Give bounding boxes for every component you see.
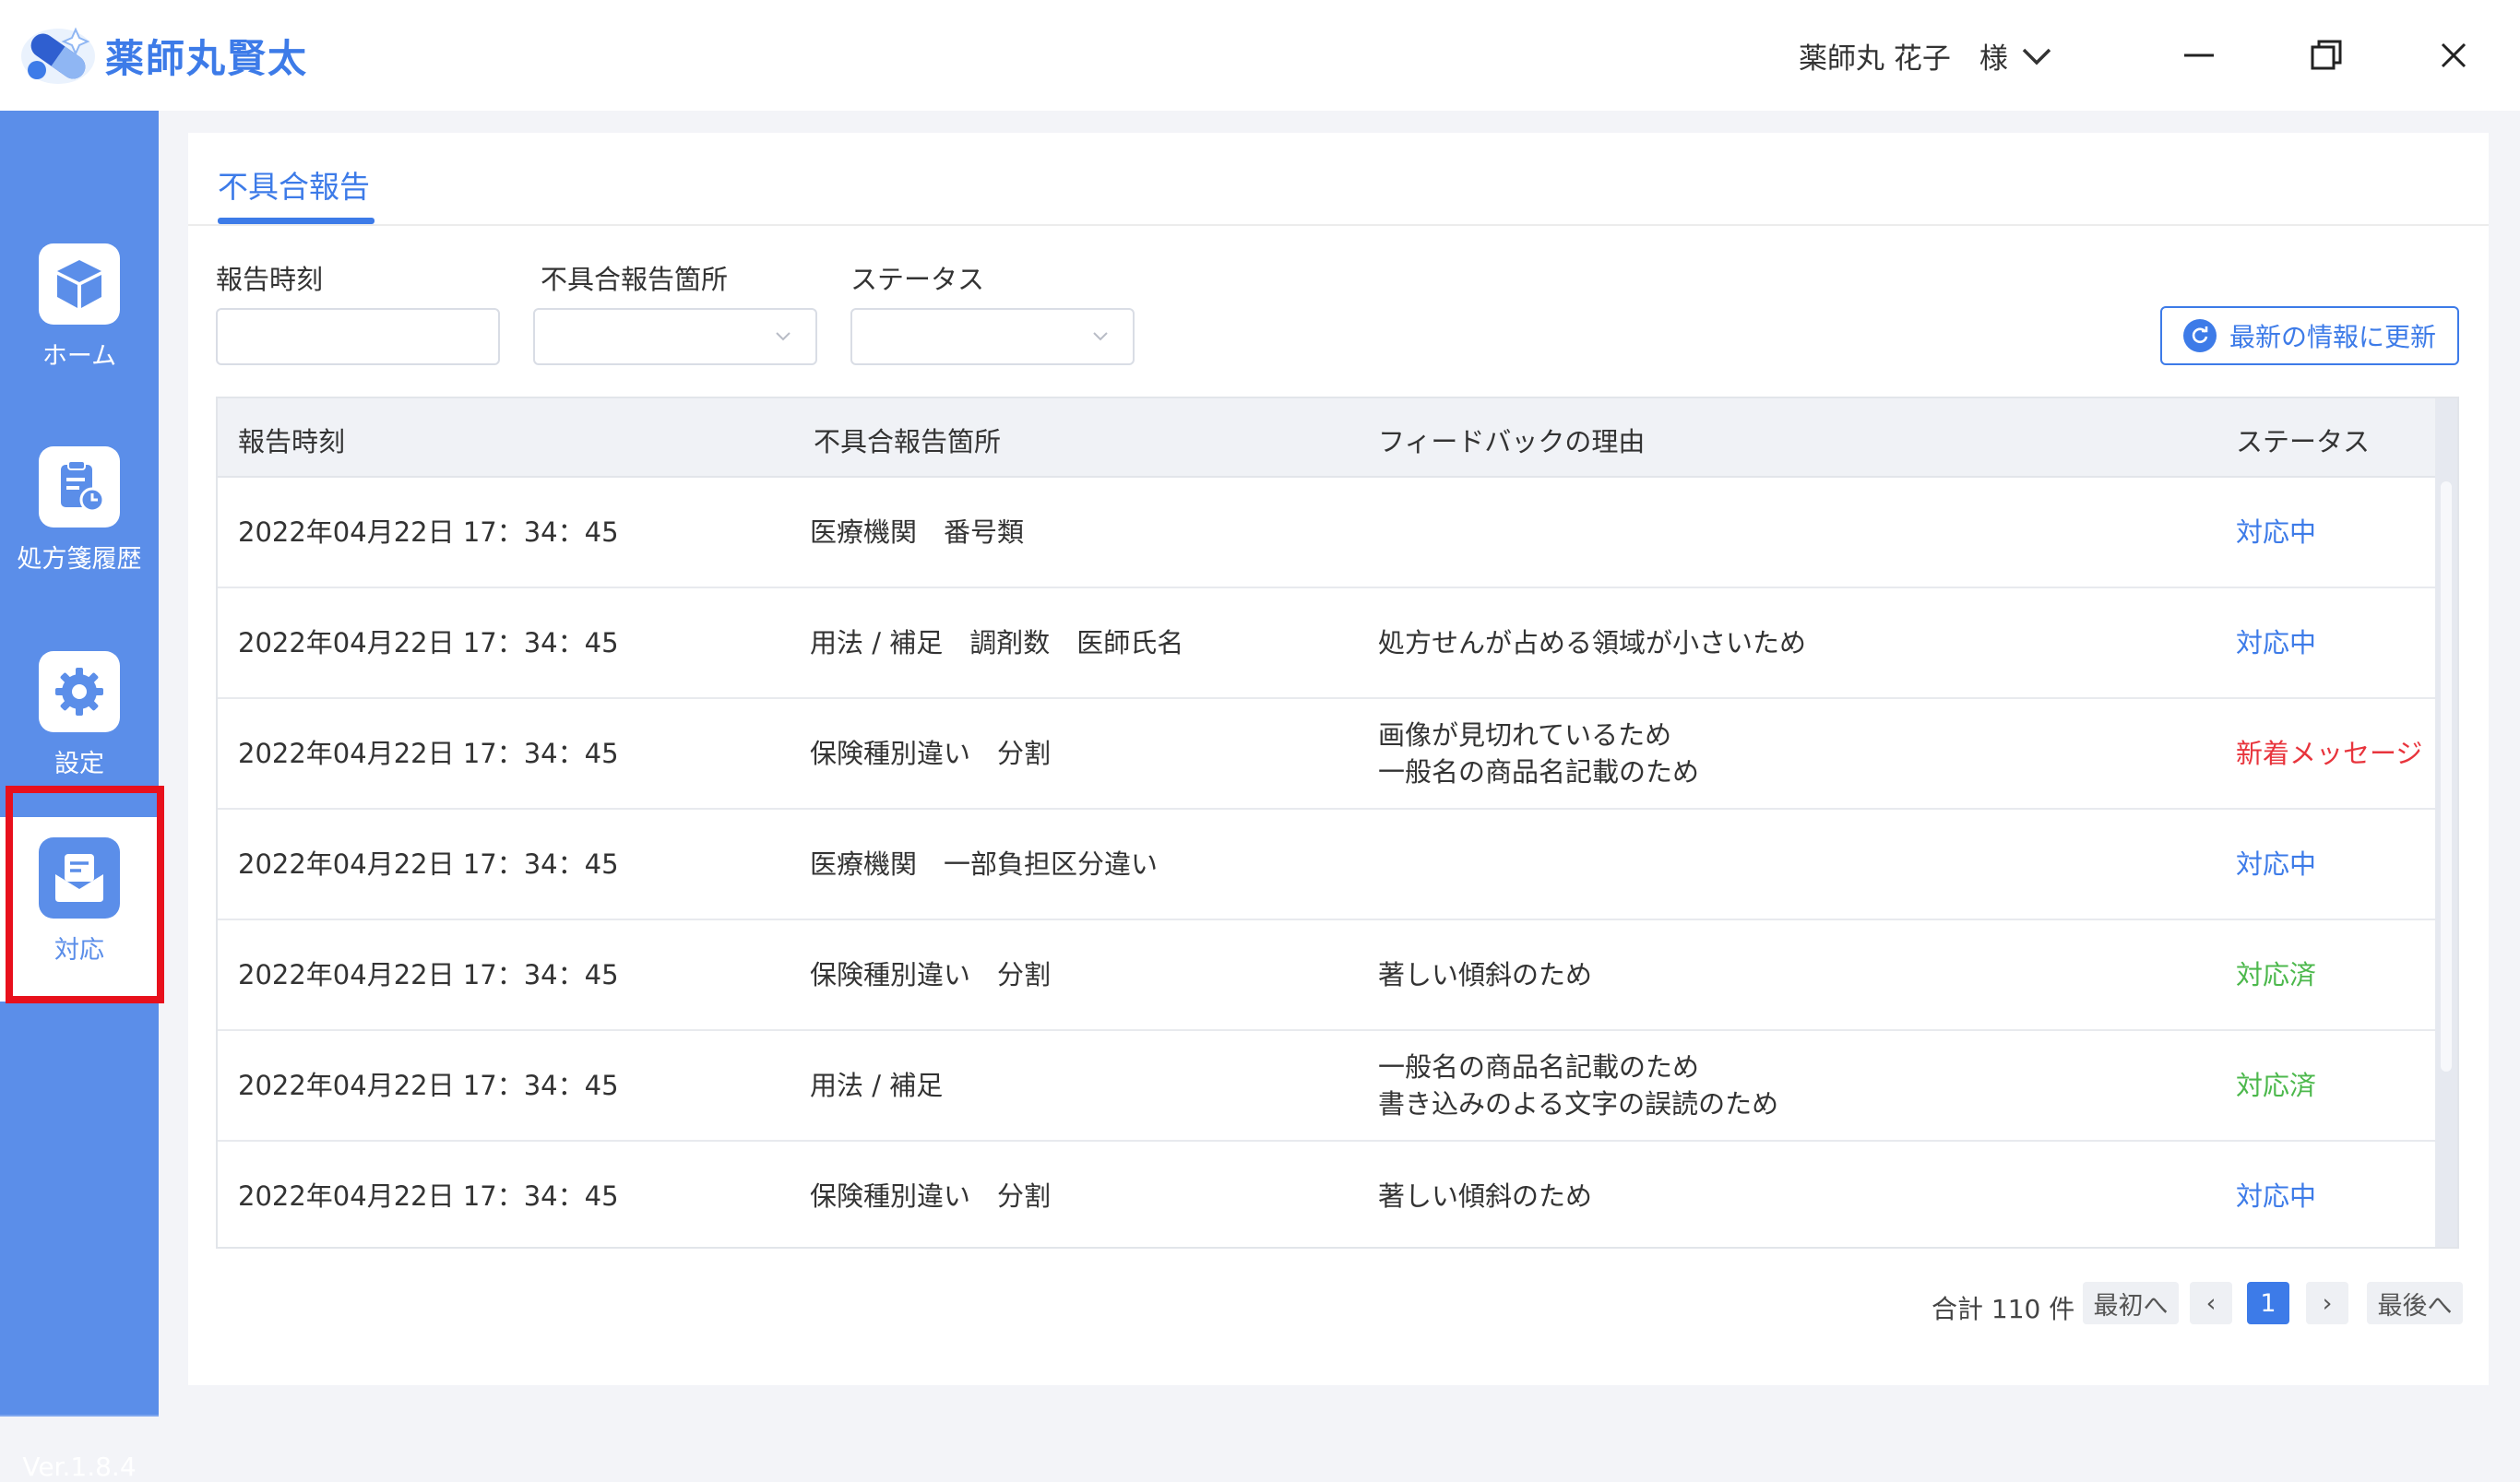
prescription-history-icon (61, 460, 105, 513)
refresh-button[interactable]: 最新の情報に更新 (2160, 306, 2459, 365)
sidebar-item-settings[interactable]: 設定 (0, 651, 159, 836)
minimize-button[interactable] (2171, 28, 2227, 83)
table-row[interactable]: 2022年04月22日 17：34：45 用法 / 補足 一般名の商品名記載のため書… (218, 1031, 2435, 1142)
pagination-next-button[interactable]: › (2306, 1282, 2348, 1324)
reason-line: 著しい傾斜のため (1378, 1180, 1593, 1212)
cell-location: 保険種別違い 分割 (810, 738, 1052, 769)
defect-report-table: 報告時刻 不具合報告箇所 フィードバックの理由 ステータス 2022年04月22… (216, 397, 2459, 1249)
app-logo-icon (21, 27, 95, 84)
refresh-button-label: 最新の情報に更新 (2229, 322, 2436, 352)
pagination-total: 合計 110 件 (1932, 1294, 2075, 1324)
status-badge[interactable]: 対応中 (2236, 624, 2316, 661)
cell-reason: 一般名の商品名記載のため書き込みのよる文字の誤読のため (1378, 1049, 1778, 1122)
cube-icon (57, 260, 101, 308)
sidebar-item-label: ホーム (42, 342, 117, 371)
filter-label-status: ステータス (850, 264, 985, 295)
scrollbar-thumb[interactable] (2441, 481, 2452, 1072)
column-header-report-time[interactable]: 報告時刻 (238, 421, 345, 459)
cell-location: 保険種別違い 分割 (810, 959, 1052, 990)
table-row[interactable]: 2022年04月22日 17：34：45 保険種別違い 分割 著しい傾斜のため 対応済 (218, 920, 2435, 1031)
nav-icon-box (39, 446, 120, 528)
status-select[interactable] (850, 308, 1135, 365)
title-bar: 薬師丸賢太 薬師丸 花子 様 (0, 0, 2520, 111)
nav-icon-box (39, 837, 120, 919)
cell-report-time: 2022年04月22日 17：34：45 (238, 848, 619, 880)
sidebar-item-support[interactable]: 対応 (0, 817, 159, 1002)
chevron-down-icon (2022, 48, 2051, 65)
reason-line: 処方せんが占める領域が小さいため (1378, 627, 1807, 658)
status-badge[interactable]: 対応中 (2236, 1178, 2316, 1215)
nav-icon-box (39, 243, 120, 325)
cell-location: 医療機関 番号類 (810, 516, 1025, 548)
close-icon (2441, 42, 2467, 68)
cell-location: 用法 / 補足 調剤数 医師氏名 (810, 627, 1184, 658)
nav-icon-box (39, 651, 120, 732)
cell-report-time: 2022年04月22日 17：34：45 (238, 516, 619, 548)
sidebar-item-home[interactable]: ホーム (0, 243, 159, 428)
table-row[interactable]: 2022年04月22日 17：34：45 医療機関 一部負担区分違い 対応中 (218, 810, 2435, 920)
app-title: 薬師丸賢太 (105, 36, 309, 81)
chevron-down-icon (776, 332, 790, 341)
close-button[interactable] (2426, 28, 2481, 83)
reason-line: 著しい傾斜のため (1378, 959, 1593, 990)
refresh-icon (2182, 319, 2217, 352)
cell-report-time: 2022年04月22日 17：34：45 (238, 1070, 619, 1101)
chevron-down-icon (1093, 332, 1108, 341)
user-name: 薬師丸 花子 様 (1799, 42, 2008, 76)
status-badge[interactable]: 対応済 (2236, 956, 2316, 993)
cell-reason: 著しい傾斜のため (1378, 1178, 1592, 1215)
reason-line: 一般名の商品名記載のため (1378, 1051, 1700, 1083)
cell-reason: 画像が見切れているため 一般名の商品名記載のため (1378, 717, 1699, 790)
maximize-button[interactable] (2299, 28, 2354, 83)
status-badge[interactable]: 対応中 (2236, 514, 2316, 551)
restore-icon (2311, 40, 2342, 70)
cell-reason: 著しい傾斜のため (1378, 956, 1592, 993)
reason-line: 書き込みのよる文字の誤読のため (1378, 1088, 1779, 1120)
table-header: 報告時刻 不具合報告箇所 フィードバックの理由 ステータス (218, 398, 2435, 478)
minimize-icon (2184, 53, 2214, 57)
tab-defect-report[interactable]: 不具合報告 (218, 162, 370, 207)
table-scrollbar[interactable] (2435, 398, 2457, 1247)
reason-line: 一般名の商品名記載のため (1378, 756, 1700, 788)
filter-label-location: 不具合報告箇所 (541, 264, 729, 295)
sidebar-item-label: 設定 (54, 750, 104, 778)
pagination-last-button[interactable]: 最後へ (2367, 1282, 2463, 1324)
status-badge[interactable]: 対応中 (2236, 846, 2316, 883)
cell-reason: 処方せんが占める領域が小さいため (1378, 624, 1806, 661)
status-badge[interactable]: 新着メッセージ (2236, 735, 2422, 772)
cell-location: 用法 / 補足 (810, 1070, 944, 1101)
reason-line: 画像が見切れているため (1378, 719, 1672, 751)
user-menu[interactable]: 薬師丸 花子 様 (1799, 35, 2052, 77)
main-panel: 不具合報告 報告時刻 不具合報告箇所 ステータス 最新の情報に更新 報告時刻 不… (188, 133, 2489, 1385)
sidebar: ホーム 処方箋履歴 設定 対応 Ver.1.8.4 (0, 111, 159, 1482)
pagination-prev-button[interactable]: ‹ (2190, 1282, 2232, 1324)
column-header-location[interactable]: 不具合報告箇所 (814, 421, 1001, 459)
tab-divider (188, 224, 2489, 226)
pagination-first-button[interactable]: 最初へ (2083, 1282, 2179, 1324)
table-row[interactable]: 2022年04月22日 17：34：45 医療機関 番号類 対応中 (218, 478, 2435, 588)
sidebar-item-label: 処方箋履歴 (17, 545, 142, 574)
cell-report-time: 2022年04月22日 17：34：45 (238, 738, 619, 769)
version-label: Ver.1.8.4 (22, 1452, 137, 1482)
cell-report-time: 2022年04月22日 17：34：45 (238, 959, 619, 990)
cell-report-time: 2022年04月22日 17：34：45 (238, 1180, 619, 1212)
table-row[interactable]: 2022年04月22日 17：34：45 保険種別違い 分割 画像が見切れているため… (218, 699, 2435, 810)
sidebar-item-prescription-history[interactable]: 処方箋履歴 (0, 446, 159, 631)
location-select[interactable] (533, 308, 817, 365)
report-time-input[interactable] (216, 308, 500, 365)
table-row[interactable]: 2022年04月22日 17：34：45 保険種別違い 分割 著しい傾斜のため 対応中 (218, 1142, 2435, 1247)
cell-location: 医療機関 一部負担区分違い (810, 848, 1159, 880)
gear-icon (55, 668, 103, 716)
table-row[interactable]: 2022年04月22日 17：34：45 用法 / 補足 調剤数 医師氏名 処方せん… (218, 588, 2435, 699)
filter-label-report-time: 報告時刻 (216, 264, 324, 295)
column-header-status[interactable]: ステータス (2236, 421, 2370, 459)
sidebar-item-label: 対応 (54, 936, 104, 965)
tab-active-indicator (218, 218, 374, 224)
cell-location: 保険種別違い 分割 (810, 1180, 1052, 1212)
status-badge[interactable]: 対応済 (2236, 1067, 2316, 1104)
mail-icon (55, 854, 103, 902)
pagination-page-1[interactable]: 1 (2247, 1282, 2289, 1324)
column-header-reason[interactable]: フィードバックの理由 (1378, 421, 1645, 459)
cell-report-time: 2022年04月22日 17：34：45 (238, 627, 619, 658)
